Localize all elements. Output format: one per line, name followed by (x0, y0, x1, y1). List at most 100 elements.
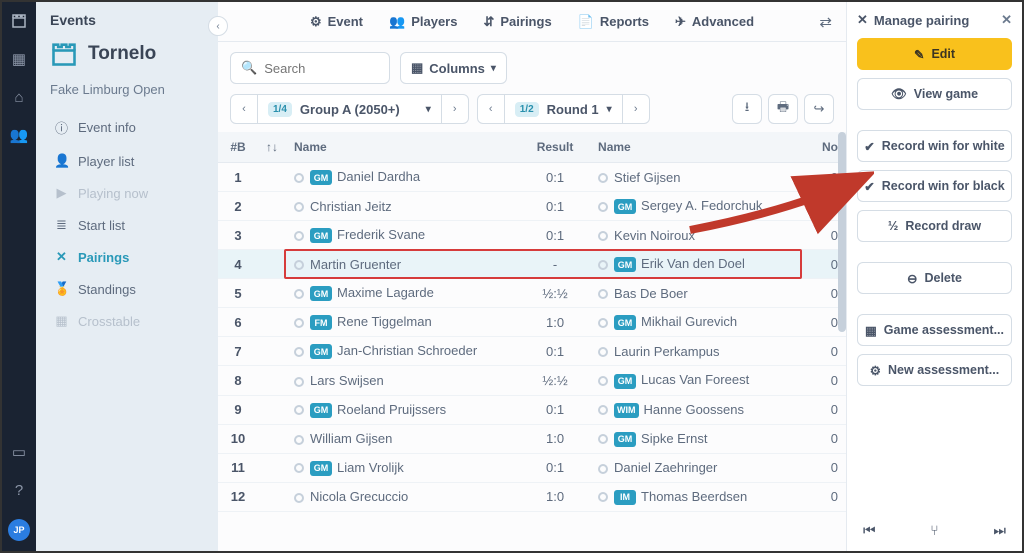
status-ring-icon (294, 318, 304, 328)
tree-icon[interactable]: ⑂ (930, 522, 938, 539)
table-row[interactable]: 8Lars Swijsen½:½GMLucas Van Foreest0 (218, 366, 846, 395)
table-row[interactable]: 9GMRoeland Pruijssers0:1WIMHanne Goossen… (218, 395, 846, 424)
status-ring-icon (294, 377, 304, 387)
help-icon[interactable]: ? (10, 481, 28, 499)
topbar: ⚙Event 👥Players ⇵Pairings 📄Reports ✈Advanced… (218, 2, 846, 42)
print-button[interactable]: 🖶 (768, 94, 798, 124)
search-input[interactable] (264, 61, 379, 76)
nav-icon: 🏅 (54, 281, 69, 297)
sidebar-item-standings[interactable]: 🏅 Standings (50, 274, 204, 304)
main: ⚙Event 👥Players ⇵Pairings 📄Reports ✈Advanced… (218, 2, 846, 551)
edit-button[interactable]: ✎Edit (857, 38, 1012, 70)
columns-icon: ▦ (411, 60, 423, 76)
round-select[interactable]: 1/2 Round 1 ▾ (505, 94, 622, 124)
folder-icon[interactable]: ▭ (10, 443, 28, 461)
sidebar-item-player-list[interactable]: 👤 Player list (50, 146, 204, 176)
table-row[interactable]: 11GMLiam Vrolijk0:1Daniel Zaehringer0 (218, 453, 846, 482)
nav-label: Playing now (78, 186, 148, 201)
table-row[interactable]: 4Martin Gruenter-GMErik Van den Doel0 (218, 250, 846, 279)
logo-icon[interactable] (10, 12, 28, 30)
search-icon: 🔍 (241, 60, 257, 76)
sidebar-item-start-list[interactable]: ≣ Start list (50, 210, 204, 240)
swap-icon[interactable]: ⇄ (819, 13, 832, 31)
avatar[interactable]: JP (8, 519, 30, 541)
col-result[interactable]: Result (520, 132, 590, 163)
nav-label: Start list (78, 218, 125, 233)
topbar-event[interactable]: ⚙Event (310, 14, 363, 30)
status-ring-icon (598, 492, 608, 502)
nav-label: Standings (78, 282, 136, 297)
search-input-wrapper[interactable]: 🔍 (230, 52, 390, 84)
status-ring-icon (598, 260, 608, 270)
status-ring-icon (598, 464, 608, 474)
status-ring-icon (598, 405, 608, 415)
status-ring-icon (598, 173, 608, 183)
nav-label: Event info (78, 120, 136, 135)
view-game-button[interactable]: 👁View game (857, 78, 1012, 110)
download-button[interactable]: ⭳ (732, 94, 762, 124)
topbar-players[interactable]: 👥Players (389, 14, 457, 30)
delete-button[interactable]: ⊖Delete (857, 262, 1012, 294)
nav-icon: 👤 (54, 153, 69, 169)
table-row[interactable]: 1GMDaniel Dardha0:1Stief Gijsen0 (218, 163, 846, 192)
game-assessment-button[interactable]: ▦Game assessment... (857, 314, 1012, 346)
sidebar-item-playing-now[interactable]: ▶ Playing now (50, 178, 204, 208)
table-row[interactable]: 5GMMaxime Lagarde½:½Bas De Boer0 (218, 279, 846, 308)
col-white-name[interactable]: Name (286, 132, 520, 163)
check-icon: ✔ (864, 139, 874, 154)
manage-pairing-panel: ✕ Manage pairing ✕ ✎Edit 👁View game ✔Rec… (846, 2, 1022, 551)
status-ring-icon (598, 202, 608, 212)
scrollbar[interactable] (838, 132, 846, 332)
brand-name: Tornelo (88, 43, 156, 65)
col-sort[interactable]: ↑↓ (258, 132, 286, 163)
new-assessment-button[interactable]: ⚙New assessment... (857, 354, 1012, 386)
panel-title: Manage pairing (874, 13, 969, 28)
group-next-button[interactable]: › (441, 94, 469, 124)
round-next-button[interactable]: › (622, 94, 650, 124)
status-ring-icon (598, 231, 608, 241)
event-subtitle: Fake Limburg Open (50, 82, 204, 97)
users-icon[interactable]: 👥 (10, 126, 28, 144)
table-row[interactable]: 12Nicola Grecuccio1:0IMThomas Beerdsen0 (218, 482, 846, 511)
status-ring-icon (294, 405, 304, 415)
table-row[interactable]: 10William Gijsen1:0GMSipke Ernst0 (218, 424, 846, 453)
topbar-reports[interactable]: 📄Reports (578, 14, 649, 30)
round-prev-button[interactable]: ‹ (477, 94, 505, 124)
brand: Tornelo (50, 40, 204, 68)
nav-label: Player list (78, 154, 134, 169)
record-draw-button[interactable]: ½Record draw (857, 210, 1012, 242)
record-white-win-button[interactable]: ✔Record win for white (857, 130, 1012, 162)
col-board[interactable]: #B (218, 132, 258, 163)
sidebar-item-pairings[interactable]: ✕Pairings (50, 242, 204, 272)
calendar-icon[interactable]: ▦ (10, 50, 28, 68)
table-row[interactable]: 7GMJan-Christian Schroeder0:1Laurin Perk… (218, 337, 846, 366)
topbar-advanced[interactable]: ✈Advanced (675, 14, 754, 30)
topbar-pairings[interactable]: ⇵Pairings (483, 14, 551, 30)
columns-button[interactable]: ▦ Columns ▾ (400, 52, 507, 84)
check-icon: ✔ (864, 179, 874, 194)
table-row[interactable]: 6FMRene Tiggelman1:0GMMikhail Gurevich0 (218, 308, 846, 337)
sidebar-item-event-info[interactable]: ⓘ Event info (50, 111, 204, 144)
close-panel-button[interactable]: ✕ (1001, 12, 1012, 28)
table-row[interactable]: 3GMFrederik Svane0:1Kevin Noiroux0 (218, 221, 846, 250)
sidebar-item-crosstable[interactable]: ▦Crosstable (50, 306, 204, 336)
sort-icon: ↑↓ (266, 140, 278, 154)
chevron-down-icon: ▾ (607, 104, 612, 115)
nav-label: Crosstable (78, 314, 140, 329)
nav-icon: ⓘ (54, 118, 69, 137)
nav-icon: ▶ (54, 185, 69, 201)
home-icon[interactable]: ⌂ (10, 88, 28, 106)
share-button[interactable]: ↪ (804, 94, 834, 124)
table-row[interactable]: 2Christian Jeitz0:1GMSergey A. Fedorchuk… (218, 192, 846, 221)
col-black-name[interactable]: Name (590, 132, 802, 163)
toolbar: 🔍 ▦ Columns ▾ (218, 42, 846, 94)
group-prev-button[interactable]: ‹ (230, 94, 258, 124)
last-button[interactable]: ⏭ (993, 522, 1006, 539)
nav-label: Pairings (78, 250, 129, 265)
group-select[interactable]: 1/4 Group A (2050+) ▾ (258, 94, 441, 124)
record-black-win-button[interactable]: ✔Record win for black (857, 170, 1012, 202)
nav-icon: ≣ (54, 217, 69, 233)
status-ring-icon (598, 376, 608, 386)
first-button[interactable]: ⏮ (863, 522, 876, 539)
icon-rail: ▦ ⌂ 👥 ▭ ? JP (2, 2, 36, 551)
